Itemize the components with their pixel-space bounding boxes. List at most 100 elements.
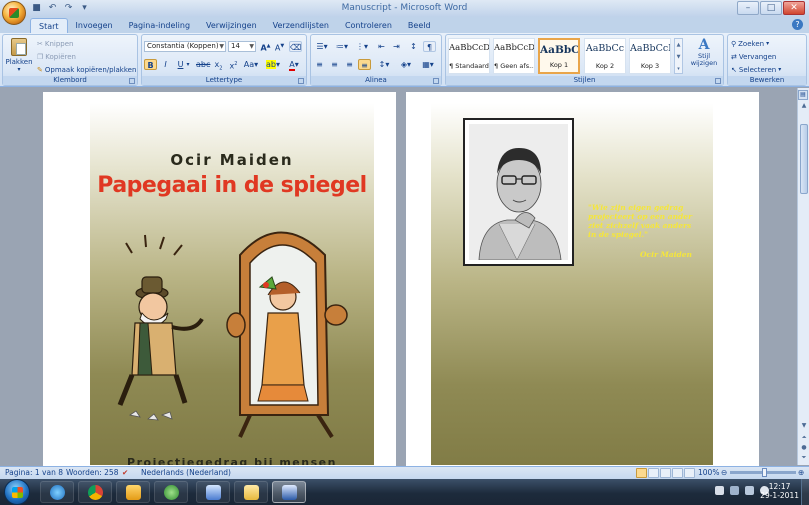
subscript-button[interactable]: x2 — [212, 59, 225, 72]
close-button[interactable]: ✕ — [783, 1, 805, 15]
italic-button[interactable]: I — [159, 59, 172, 70]
font-name-value: Constantia (Koppen) — [147, 42, 219, 50]
strikethrough-button[interactable]: abc — [196, 59, 210, 70]
style-standaard[interactable]: AaBbCcD ¶ Standaard — [448, 38, 490, 74]
sort-button[interactable]: ↕ — [407, 41, 420, 52]
replace-button[interactable]: ⇄ Vervangen — [731, 51, 776, 62]
scroll-thumb[interactable] — [800, 124, 808, 194]
find-button[interactable]: ⚲ Zoeken ▾ — [731, 38, 769, 49]
tab-pagina-indeling[interactable]: Pagina-indeling — [121, 18, 198, 33]
select-button[interactable]: ↖ Selecteren ▾ — [731, 64, 781, 75]
scroll-down-icon[interactable]: ▼ — [799, 422, 809, 431]
grow-font-button[interactable]: A▲ — [259, 41, 272, 53]
underline-dropdown-icon[interactable]: ▾ — [184, 59, 192, 70]
maximize-button[interactable]: □ — [760, 1, 782, 15]
decrease-indent-button[interactable]: ⇤ — [375, 41, 388, 52]
change-styles-button[interactable]: A Stijl wijzigen — [686, 37, 722, 75]
increase-indent-button[interactable]: ⇥ — [390, 41, 403, 52]
messenger-taskbar-button[interactable] — [154, 481, 188, 503]
justify-button[interactable]: ≡ — [358, 59, 371, 70]
scroll-up-icon[interactable]: ▲ — [799, 102, 809, 111]
borders-button[interactable]: ▦▾ — [419, 59, 437, 70]
tab-start[interactable]: Start — [30, 18, 68, 33]
numbering-button[interactable]: ≔▾ — [333, 41, 351, 52]
zoom-out-icon[interactable]: ⊖ — [721, 468, 727, 477]
paste-button[interactable]: Plakken ▾ — [5, 37, 33, 75]
style-kop-2[interactable]: AaBbCc Kop 2 — [584, 38, 626, 74]
align-left-button[interactable]: ≡ — [313, 59, 326, 70]
bullets-button[interactable]: ☰▾ — [313, 41, 331, 52]
ruler-toggle-icon[interactable]: ▤ — [798, 90, 808, 100]
cover-author: Ocir Maiden — [170, 151, 294, 169]
show-hidden-icons-icon[interactable] — [730, 486, 739, 495]
highlight-button[interactable]: ab▾ — [264, 59, 282, 70]
print-layout-button[interactable] — [636, 468, 647, 478]
zoom-slider-thumb[interactable] — [762, 468, 767, 477]
book-cover: Ocir Maiden Papegaai in de spiegel Proje… — [90, 103, 374, 465]
style-kop-1[interactable]: AaBbC Kop 1 — [538, 38, 580, 74]
outlook-taskbar-button[interactable] — [116, 481, 150, 503]
cut-button[interactable]: ✂ Knippen — [37, 38, 73, 49]
tab-verzendlijsten[interactable]: Verzendlijsten — [265, 18, 337, 33]
draft-view-button[interactable] — [684, 468, 695, 478]
font-color-button[interactable]: A▾ — [285, 59, 303, 71]
shrink-font-button[interactable]: A▼ — [273, 41, 286, 53]
dialog-launcher-icon[interactable] — [715, 78, 721, 84]
format-painter-button[interactable]: ✎ Opmaak kopiëren/plakken — [37, 64, 136, 75]
word-taskbar-button[interactable] — [272, 481, 306, 503]
network-icon[interactable] — [745, 486, 754, 495]
vertical-scrollbar[interactable]: ▲ ▼ ⏶ ● ⏷ — [797, 88, 809, 465]
web-layout-button[interactable] — [660, 468, 671, 478]
styles-scroll[interactable]: ▲ ▼ ▾ — [674, 38, 683, 74]
previous-page-icon[interactable]: ⏶ — [799, 434, 809, 443]
word-count[interactable]: Woorden: 258 — [66, 468, 118, 477]
bold-button[interactable]: B — [144, 59, 157, 70]
chrome-taskbar-button[interactable] — [78, 481, 112, 503]
browse-object-icon[interactable]: ● — [799, 444, 809, 453]
full-screen-reading-button[interactable] — [648, 468, 659, 478]
dialog-launcher-icon[interactable] — [433, 78, 439, 84]
copy-button[interactable]: ❐ Kopiëren — [37, 51, 76, 62]
clear-formatting-button[interactable]: ⌫ — [289, 41, 302, 52]
page-count[interactable]: Pagina: 1 van 8 — [5, 468, 63, 477]
shading-button[interactable]: ◈▾ — [397, 59, 415, 70]
tab-invoegen[interactable]: Invoegen — [68, 18, 121, 33]
explorer-taskbar-button[interactable] — [234, 481, 268, 503]
cut-label: Knippen — [44, 39, 74, 48]
dialog-launcher-icon[interactable] — [298, 78, 304, 84]
clock-time: 12:17 — [768, 482, 791, 491]
media-taskbar-button[interactable] — [196, 481, 230, 503]
font-name-combo[interactable]: Constantia (Koppen) ▼ — [144, 41, 226, 52]
font-size-combo[interactable]: 14 ▼ — [228, 41, 256, 52]
zoom-level[interactable]: 100% — [698, 468, 719, 477]
replace-icon: ⇄ — [731, 52, 737, 61]
style-kop-3[interactable]: AaBbCcI Kop 3 — [629, 38, 671, 74]
tab-controleren[interactable]: Controleren — [337, 18, 400, 33]
start-button[interactable] — [4, 479, 30, 505]
outline-view-button[interactable] — [672, 468, 683, 478]
show-desktop-button[interactable] — [801, 479, 809, 505]
style-geen-afstand[interactable]: AaBbCcD ¶ Geen afs... — [493, 38, 535, 74]
language-indicator[interactable]: Nederlands (Nederland) — [141, 468, 231, 477]
multilevel-list-button[interactable]: ⋮▾ — [353, 41, 371, 52]
minimize-button[interactable]: – — [737, 1, 759, 15]
next-page-icon[interactable]: ⏷ — [799, 454, 809, 463]
proofing-icon[interactable]: ✔ — [122, 468, 128, 477]
author-photo-frame — [463, 118, 574, 266]
help-icon[interactable]: ? — [792, 19, 803, 30]
align-right-button[interactable]: ≡ — [343, 59, 356, 70]
taskbar-clock[interactable]: 12:17 29-1-2011 — [760, 482, 799, 500]
tab-verwijzingen[interactable]: Verwijzingen — [198, 18, 265, 33]
action-center-icon[interactable] — [715, 486, 724, 495]
superscript-button[interactable]: x2 — [227, 59, 240, 71]
internet-explorer-taskbar-button[interactable] — [40, 481, 74, 503]
line-spacing-button[interactable]: ↕▾ — [375, 59, 393, 70]
change-case-button[interactable]: Aa▾ — [242, 59, 260, 70]
author-photo — [469, 124, 568, 260]
tab-beeld[interactable]: Beeld — [400, 18, 439, 33]
dialog-launcher-icon[interactable] — [129, 78, 135, 84]
zoom-in-icon[interactable]: ⊕ — [798, 468, 804, 477]
office-button[interactable] — [2, 1, 26, 25]
align-center-button[interactable]: ≡ — [328, 59, 341, 70]
show-marks-button[interactable]: ¶ — [423, 41, 436, 52]
